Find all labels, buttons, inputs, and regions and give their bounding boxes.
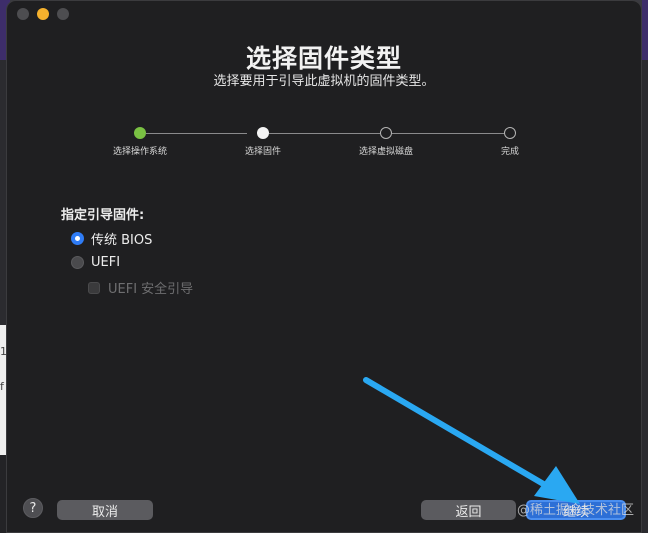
step-dot-current [257, 127, 269, 139]
checkbox-label: UEFI 安全引导 [108, 282, 194, 297]
step-dot-done [134, 127, 146, 139]
window-controls [17, 8, 69, 20]
background-window-edge-right [642, 0, 648, 533]
step-connector [146, 133, 247, 134]
uefi-secure-boot-checkbox: UEFI 安全引导 [88, 278, 193, 297]
step-connector [269, 133, 380, 134]
cancel-button[interactable]: 取消 [57, 500, 153, 520]
help-button[interactable]: ? [23, 498, 43, 518]
checkbox-disabled [88, 281, 100, 294]
back-button[interactable]: 返回 [421, 500, 516, 520]
radio-button[interactable] [71, 256, 84, 269]
close-window-button[interactable] [17, 8, 29, 20]
dialog-subtitle: 选择要用于引导此虚拟机的固件类型。 [213, 74, 435, 89]
zoom-window-button[interactable] [57, 8, 69, 20]
radio-label: 传统 BIOS [91, 233, 153, 248]
step-dot-todo [504, 127, 516, 139]
background-glyph: f [0, 380, 4, 393]
step-label-select-disk: 选择虚拟磁盘 [358, 147, 413, 157]
minimize-window-button[interactable] [37, 8, 49, 20]
radio-uefi[interactable]: UEFI [71, 255, 120, 270]
step-label-select-firmware: 选择固件 [244, 147, 281, 157]
radio-label: UEFI [91, 255, 121, 270]
new-vm-assistant-window: 选择固件类型 选择要用于引导此虚拟机的固件类型。 选择操作系统 选择固件 选择虚… [6, 0, 642, 533]
step-dot-todo [380, 127, 392, 139]
radio-button-selected[interactable] [71, 232, 84, 245]
progress-stepper: 选择操作系统 选择固件 选择虚拟磁盘 完成 [7, 127, 641, 167]
step-label-finish: 完成 [500, 147, 519, 157]
boot-firmware-label: 指定引导固件: [61, 208, 145, 223]
watermark: @稀土掘金技术社区 [516, 503, 634, 518]
radio-legacy-bios[interactable]: 传统 BIOS [71, 229, 152, 248]
step-label-select-os: 选择操作系统 [112, 147, 167, 157]
step-connector [392, 133, 504, 134]
